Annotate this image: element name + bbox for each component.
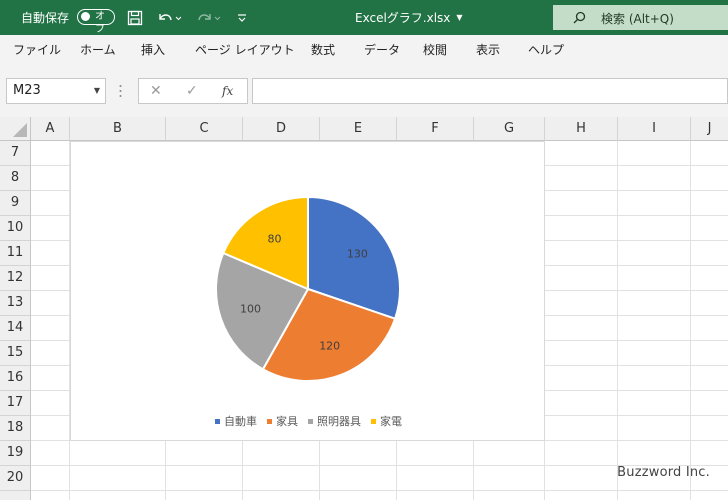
column-header-e[interactable]: E xyxy=(320,117,397,141)
undo-icon[interactable] xyxy=(156,0,182,35)
chevron-down-icon[interactable]: ▼ xyxy=(94,79,100,103)
tab-file[interactable]: ファイル xyxy=(13,35,61,66)
cancel-icon[interactable]: ✕ xyxy=(150,78,162,104)
legend-item-4[interactable]: 家電 xyxy=(371,413,402,429)
formula-input[interactable] xyxy=(252,78,728,104)
row-header-8[interactable]: 8 xyxy=(0,166,31,191)
enter-icon[interactable]: ✓ xyxy=(186,78,198,104)
customize-toolbar-icon[interactable] xyxy=(237,0,247,35)
row-header-15[interactable]: 15 xyxy=(0,341,31,366)
toggle-knob xyxy=(81,12,90,21)
row-header-14[interactable]: 14 xyxy=(0,316,31,341)
row-header-19[interactable]: 19 xyxy=(0,441,31,466)
legend-item-2[interactable]: 家具 xyxy=(267,413,298,429)
tab-review[interactable]: 校閲 xyxy=(423,35,447,66)
legend-swatch xyxy=(215,418,220,424)
redo-icon[interactable] xyxy=(196,0,222,35)
pie-plot: 130 120 100 80 xyxy=(215,195,401,382)
tab-formulas[interactable]: 数式 xyxy=(311,35,335,66)
search-box[interactable]: 検索 (Alt+Q) xyxy=(553,5,728,30)
search-placeholder: 検索 (Alt+Q) xyxy=(601,12,674,26)
row-header-7[interactable]: 7 xyxy=(0,141,31,166)
column-header-c[interactable]: C xyxy=(166,117,243,141)
column-header-j[interactable]: J xyxy=(691,117,728,141)
legend-item-1[interactable]: 自動車 xyxy=(215,413,257,429)
tab-home[interactable]: ホーム xyxy=(80,35,116,66)
legend-label: 家電 xyxy=(380,415,402,428)
autosave-state: オフ xyxy=(95,11,105,35)
data-label-1: 130 xyxy=(347,248,368,261)
row-header-16[interactable]: 16 xyxy=(0,366,31,391)
grid-line xyxy=(690,141,691,500)
row-header-17[interactable]: 17 xyxy=(0,391,31,416)
row-header-9[interactable]: 9 xyxy=(0,191,31,216)
chevron-down-icon: ▼ xyxy=(456,13,463,22)
row-header-18[interactable]: 18 xyxy=(0,416,31,441)
column-header-f[interactable]: F xyxy=(397,117,474,141)
tab-help[interactable]: ヘルプ xyxy=(528,35,564,66)
row-header-20[interactable]: 20 xyxy=(0,466,31,491)
search-icon xyxy=(573,11,586,24)
column-header-a[interactable]: A xyxy=(31,117,70,141)
column-header-b[interactable]: B xyxy=(70,117,166,141)
watermark: Buzzword Inc. xyxy=(617,465,710,480)
file-name: Excelグラフ.xlsx xyxy=(355,11,451,25)
row-header-12[interactable]: 12 xyxy=(0,266,31,291)
name-box[interactable]: M23 ▼ xyxy=(6,78,106,104)
tab-view[interactable]: 表示 xyxy=(476,35,500,66)
column-header-d[interactable]: D xyxy=(243,117,320,141)
legend-swatch xyxy=(267,418,272,424)
data-label-4: 80 xyxy=(267,232,281,245)
insert-function-button[interactable]: fx xyxy=(222,78,233,104)
legend-swatch xyxy=(308,418,313,424)
row-header-13[interactable]: 13 xyxy=(0,291,31,316)
row-header-10[interactable]: 10 xyxy=(0,216,31,241)
name-box-value: M23 xyxy=(13,83,41,98)
tab-page-layout[interactable]: ページ レイアウト xyxy=(195,35,295,66)
grid-line xyxy=(31,490,728,491)
legend-label: 照明器具 xyxy=(317,415,361,428)
file-title[interactable]: Excelグラフ.xlsx ▼ xyxy=(355,0,463,35)
column-header-i[interactable]: I xyxy=(618,117,691,141)
column-header-g[interactable]: G xyxy=(474,117,545,141)
ribbon-tabs: ファイル ホーム 挿入 ページ レイアウト 数式 データ 校閲 表示 ヘルプ xyxy=(0,35,728,67)
row-header-21[interactable] xyxy=(0,491,31,500)
autosave-toggle[interactable]: オフ xyxy=(77,9,115,35)
tab-insert[interactable]: 挿入 xyxy=(141,35,165,66)
legend-label: 自動車 xyxy=(224,415,257,428)
title-bar: 自動保存 オフ Excelグラフ.xlsx ▼ 検索 (Alt+Q) xyxy=(0,0,728,35)
tab-data[interactable]: データ xyxy=(364,35,400,66)
data-label-3: 100 xyxy=(240,303,261,316)
legend-swatch xyxy=(371,418,376,424)
data-label-2: 120 xyxy=(319,340,340,353)
row-header-11[interactable]: 11 xyxy=(0,241,31,266)
legend-item-3[interactable]: 照明器具 xyxy=(308,413,361,429)
splitter-handle[interactable] xyxy=(119,83,122,99)
formula-bar: M23 ▼ ✕ ✓ fx xyxy=(0,66,728,117)
select-all-corner[interactable] xyxy=(0,117,31,141)
chart-legend[interactable]: 自動車 家具 照明器具 家電 xyxy=(71,413,546,429)
grid-line xyxy=(617,141,618,500)
save-icon[interactable] xyxy=(127,0,143,35)
autosave-label: 自動保存 xyxy=(21,11,70,25)
legend-label: 家具 xyxy=(276,415,298,428)
column-header-h[interactable]: H xyxy=(545,117,618,141)
pie-chart[interactable]: 130 120 100 80 自動車 家具 照明器具 家電 xyxy=(70,141,545,441)
